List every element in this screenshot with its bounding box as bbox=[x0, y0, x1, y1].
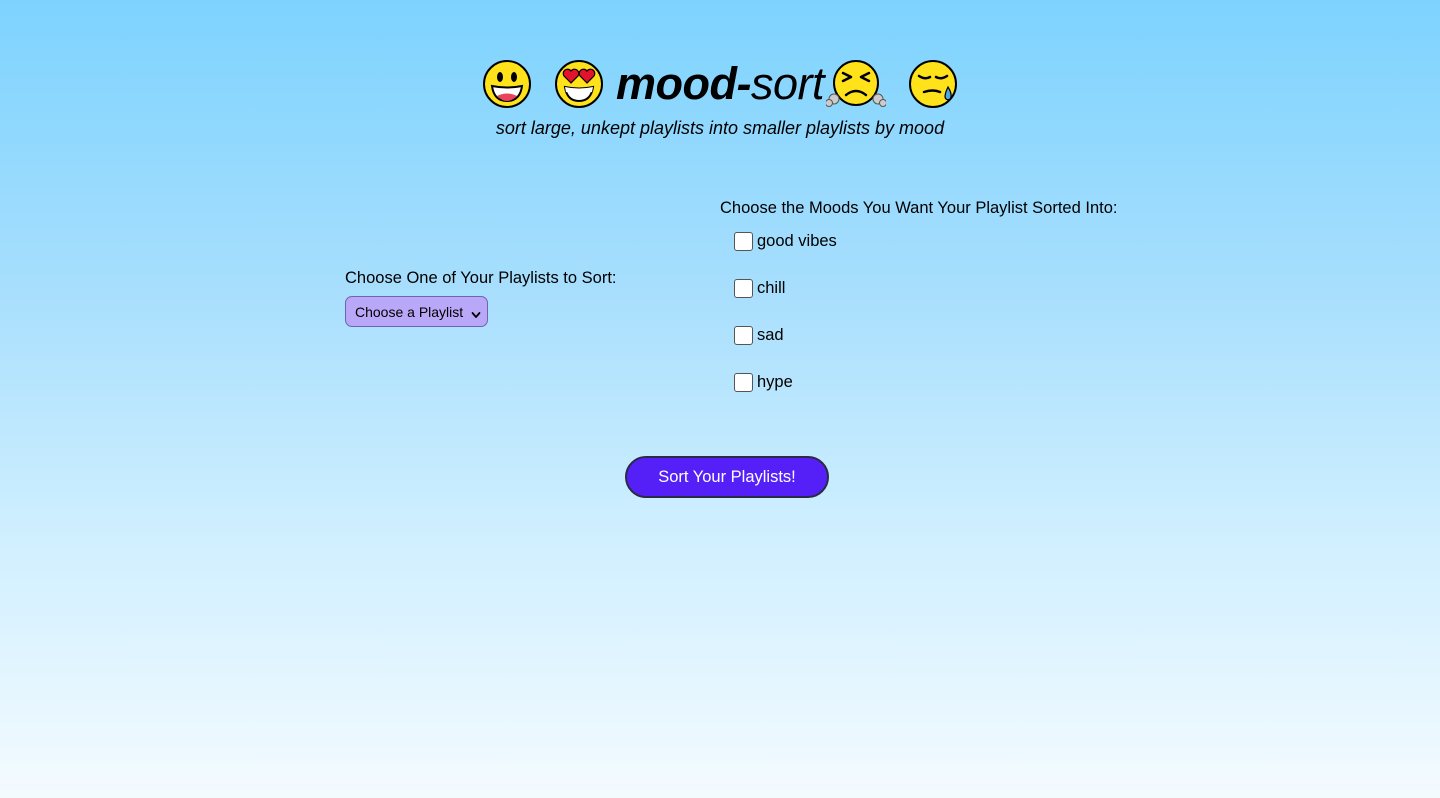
mood-label-hype: hype bbox=[757, 372, 793, 391]
playlist-select-value: Choose a Playlist bbox=[355, 303, 464, 320]
mood-option-chill[interactable]: chill bbox=[734, 277, 1117, 299]
grinning-face-icon bbox=[482, 59, 532, 109]
mood-list: good vibes chill sad hype bbox=[720, 230, 1117, 393]
playlist-picker-section: Choose One of Your Playlists to Sort: Ch… bbox=[345, 267, 617, 327]
mood-checkbox-sad[interactable] bbox=[734, 325, 753, 345]
app-title-light: sort bbox=[750, 58, 825, 109]
mood-checkbox-good-vibes[interactable] bbox=[734, 231, 753, 251]
header: mood-sort sort large, unkept playlists i… bbox=[0, 56, 1440, 139]
moods-section: Choose the Moods You Want Your Playlist … bbox=[720, 197, 1117, 418]
title-row: mood-sort bbox=[0, 56, 1440, 112]
steam-nose-face-icon bbox=[825, 59, 886, 109]
heart-eyes-face-icon bbox=[554, 59, 604, 109]
mood-label-good-vibes: good vibes bbox=[757, 231, 837, 250]
playlist-select[interactable]: Choose a Playlist bbox=[345, 296, 488, 327]
mood-checkbox-chill[interactable] bbox=[734, 278, 753, 298]
mood-option-hype[interactable]: hype bbox=[734, 371, 1117, 393]
chevron-down-icon bbox=[471, 307, 481, 318]
playlist-picker-label: Choose One of Your Playlists to Sort: bbox=[345, 269, 617, 287]
mood-option-sad[interactable]: sad bbox=[734, 324, 1117, 346]
moods-label: Choose the Moods You Want Your Playlist … bbox=[720, 199, 1118, 217]
app-title: mood-sort bbox=[616, 56, 824, 112]
sad-sweat-face-icon bbox=[908, 59, 958, 109]
app-title-bold: mood- bbox=[616, 58, 751, 109]
mood-checkbox-hype[interactable] bbox=[734, 372, 753, 392]
app-subtitle: sort large, unkept playlists into smalle… bbox=[495, 118, 945, 138]
mood-label-chill: chill bbox=[757, 278, 786, 297]
mood-label-sad: sad bbox=[757, 325, 784, 344]
mood-option-good-vibes[interactable]: good vibes bbox=[734, 230, 1117, 252]
sort-playlists-button[interactable]: Sort Your Playlists! bbox=[625, 456, 829, 498]
